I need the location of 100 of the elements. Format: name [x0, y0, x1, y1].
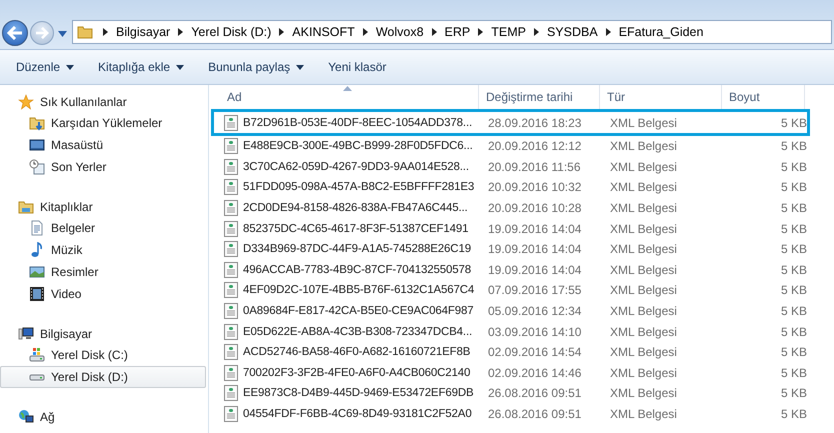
file-row[interactable]: D334B969-87DC-44F9-A1A5-745288E26C19 19.09.2016 14:04 XML Belgesi 5 KB — [211, 238, 810, 260]
file-name: D334B969-87DC-44F9-A1A5-745288E26C19 — [243, 243, 471, 256]
xml-file-icon — [224, 158, 238, 175]
table-cell-text: XML Belgesi — [609, 345, 678, 360]
file-row[interactable]: E488E9CB-300E-49BC-B999-28F0D5FDC6... 20.09.2016 12:12 XML Belgesi 5 KB — [211, 136, 810, 157]
file-row[interactable]: 3C70CA62-059D-4267-9DD3-9AA014E528... 20.09.2016 11:56 XML Belgesi 5 KB — [211, 156, 810, 178]
table-cell-text: 5 KB — [780, 324, 807, 339]
file-row[interactable]: 04554FDF-F6BB-4C69-8D49-93181C2F52A0 26.08.2016 09:51 XML Belgesi 5 KB — [211, 404, 810, 424]
sidebar-item[interactable]: Masaüstü — [0, 134, 206, 156]
sidebar-item[interactable]: Ağ — [0, 407, 206, 427]
xml-file-icon — [224, 303, 238, 320]
file-name: 2CD0DE94-8158-4826-838A-FB47A6C445... — [243, 202, 468, 214]
sidebar-item[interactable]: Video — [0, 283, 206, 305]
breadcrumb[interactable]: Yerel Disk (D:) — [191, 25, 272, 39]
table-cell-text: XML Belgesi — [609, 283, 678, 298]
toolbar-button[interactable]: Kitaplığa ekle — [86, 56, 196, 78]
xml-file-icon — [224, 114, 238, 130]
file-name: 852375DC-4C65-4617-8F3F-51387CEF1491 — [243, 222, 468, 235]
file-name: 04554FDF-F6BB-4C69-8D49-93181C2F52A0 — [243, 408, 472, 420]
table-cell-text: XML Belgesi — [609, 407, 678, 422]
folder-icon — [29, 115, 45, 131]
table-cell-text: XML Belgesi — [609, 160, 678, 174]
sidebar-item[interactable]: Resimler — [0, 261, 206, 283]
file-name: 3C70CA62-059D-4267-9DD3-9AA014E528... — [243, 160, 469, 173]
file-row[interactable]: 2CD0DE94-8158-4826-838A-FB47A6C445... 20.09.2016 10:28 XML Belgesi 5 KB — [211, 198, 810, 218]
breadcrumb[interactable]: Wolvox8 — [376, 25, 424, 39]
table-cell-text: XML Belgesi — [609, 386, 678, 400]
forward-arrow-icon — [35, 27, 49, 39]
sidebar-item[interactable]: Sık Kullanılanlar — [0, 92, 206, 112]
landscape-icon — [29, 264, 45, 280]
file-row[interactable]: B72D961B-053E-40DF-8EEC-1054ADD378... 28.09.2016 18:23 XML Belgesi 5 KB — [211, 109, 810, 136]
table-cell-text: 5 KB — [780, 366, 807, 380]
breadcrumb[interactable]: TEMP — [491, 25, 526, 39]
chevron-icon[interactable] — [362, 28, 368, 36]
breadcrumb[interactable]: EFatura_Giden — [618, 25, 704, 39]
file-name: 496ACCAB-7783-4B9C-87CF-704132550578 — [243, 264, 471, 276]
file-name: ACD52746-BA58-46F0-A682-16160721EF8B — [243, 346, 470, 358]
table-cell-text: 5 KB — [780, 386, 807, 400]
sidebar-item[interactable]: Yerel Disk (D:) — [0, 366, 206, 388]
table-cell-text: XML Belgesi — [609, 366, 678, 380]
file-row[interactable]: E05D622E-AB8A-4C3B-B308-723347DCB4... 03.09.2016 14:10 XML Belgesi 5 KB — [211, 321, 810, 342]
file-name: 0A89684F-E817-42CA-B5E0-CE9AC064F987 — [243, 305, 474, 318]
table-cell-text: 20.09.2016 10:32 — [487, 180, 582, 194]
chevron-icon[interactable] — [606, 28, 611, 36]
toolbar-button[interactable]: Düzenle — [4, 56, 86, 78]
chevron-icon[interactable] — [478, 28, 484, 36]
globe-icon — [18, 409, 34, 425]
sidebar-item[interactable]: Bilgisayar — [0, 324, 206, 344]
address-bar[interactable]: Bilgisayar Yerel Disk (D:) AKINSOFT Wolvox8 ERP TEMP SYSDBA EFatura_Giden — [72, 20, 832, 44]
sidebar-item[interactable]: Yerel Disk (C:) — [0, 344, 206, 366]
breadcrumb[interactable]: Bilgisayar — [116, 25, 170, 39]
table-cell-text: 5 KB — [780, 242, 807, 256]
toolbar-button[interactable]: Yeni klasör — [316, 56, 398, 78]
chevron-icon[interactable] — [534, 28, 539, 36]
back-button[interactable] — [2, 20, 28, 46]
table-cell-text: 5 KB — [780, 180, 807, 194]
breadcrumb[interactable]: ERP — [444, 25, 470, 39]
table-cell-text: 5 KB — [780, 139, 807, 154]
table-cell-text: 5 KB — [780, 116, 807, 130]
breadcrumb[interactable]: SYSDBA — [546, 25, 598, 39]
sidebar-item[interactable]: Son Yerler — [0, 156, 206, 178]
xml-file-icon — [224, 344, 238, 360]
column-header[interactable]: Tür — [600, 85, 722, 109]
file-name: EE9873C8-D4B9-445D-9469-E53472EF69DB — [243, 387, 474, 400]
file-row[interactable]: ACD52746-BA58-46F0-A682-16160721EF8B 02.09.2016 14:54 XML Belgesi 5 KB — [211, 342, 810, 363]
sidebar-item[interactable]: Kitaplıklar — [0, 197, 206, 217]
file-row[interactable]: 852375DC-4C65-4617-8F3F-51387CEF1491 19.09.2016 14:04 XML Belgesi 5 KB — [211, 218, 810, 239]
sidebar-item[interactable]: Karşıdan Yüklemeler — [0, 112, 206, 134]
chevron-icon[interactable] — [103, 28, 108, 36]
file-row[interactable]: 700202F3-3F2B-4FE0-A6F0-A4CB060C2140 02.09.2016 14:46 XML Belgesi 5 KB — [211, 362, 810, 384]
table-cell-text: 19.09.2016 14:04 — [487, 242, 582, 256]
sidebar-item[interactable]: Belgeler — [0, 217, 206, 239]
file-name: 51FDD095-098A-457A-B8C2-E5BFFFF281E3 — [243, 181, 474, 194]
breadcrumb[interactable]: AKINSOFT — [292, 25, 355, 39]
file-row[interactable]: 496ACCAB-7783-4B9C-87CF-704132550578 19.09.2016 14:04 XML Belgesi 5 KB — [211, 260, 810, 280]
chevron-icon[interactable] — [432, 28, 437, 36]
clock-window-icon — [29, 159, 45, 175]
table-cell-text: 5 KB — [780, 262, 807, 277]
sidebar-item[interactable]: Müzik — [0, 239, 206, 261]
file-row[interactable]: EE9873C8-D4B9-445D-9469-E53472EF69DB 26.08.2016 09:51 XML Belgesi 5 KB — [211, 383, 810, 404]
file-name: 4EF09D2C-107E-4BB5-B76F-6132C1A567C4 — [243, 284, 474, 296]
table-cell-text: 20.09.2016 12:12 — [487, 139, 582, 154]
chevron-icon[interactable] — [279, 28, 284, 36]
table-cell-text: XML Belgesi — [609, 116, 678, 130]
column-header[interactable]: Boyut — [722, 85, 805, 109]
file-row[interactable]: 0A89684F-E817-42CA-B5E0-CE9AC064F987 05.09.2016 12:34 XML Belgesi 5 KB — [211, 300, 810, 322]
column-header[interactable]: Değiştirme tarihi — [479, 85, 600, 109]
xml-file-icon — [224, 324, 238, 340]
computer-icon — [18, 326, 34, 342]
table-cell-text: 5 KB — [780, 407, 807, 422]
file-row[interactable]: 4EF09D2C-107E-4BB5-B76F-6132C1A567C4 07.09.2016 17:55 XML Belgesi 5 KB — [211, 280, 810, 301]
table-cell-text: 26.08.2016 09:51 — [487, 386, 582, 400]
document-icon — [29, 220, 45, 236]
table-cell-text: 5 KB — [780, 222, 807, 236]
music-note-icon — [29, 242, 45, 258]
caret-icon[interactable] — [58, 31, 67, 37]
drive-icon — [29, 347, 45, 363]
chevron-icon[interactable] — [178, 28, 184, 36]
file-row[interactable]: 51FDD095-098A-457A-B8C2-E5BFFFF281E3 20.09.2016 10:32 XML Belgesi 5 KB — [211, 177, 810, 198]
toolbar-button[interactable]: Bununla paylaş — [196, 56, 316, 78]
